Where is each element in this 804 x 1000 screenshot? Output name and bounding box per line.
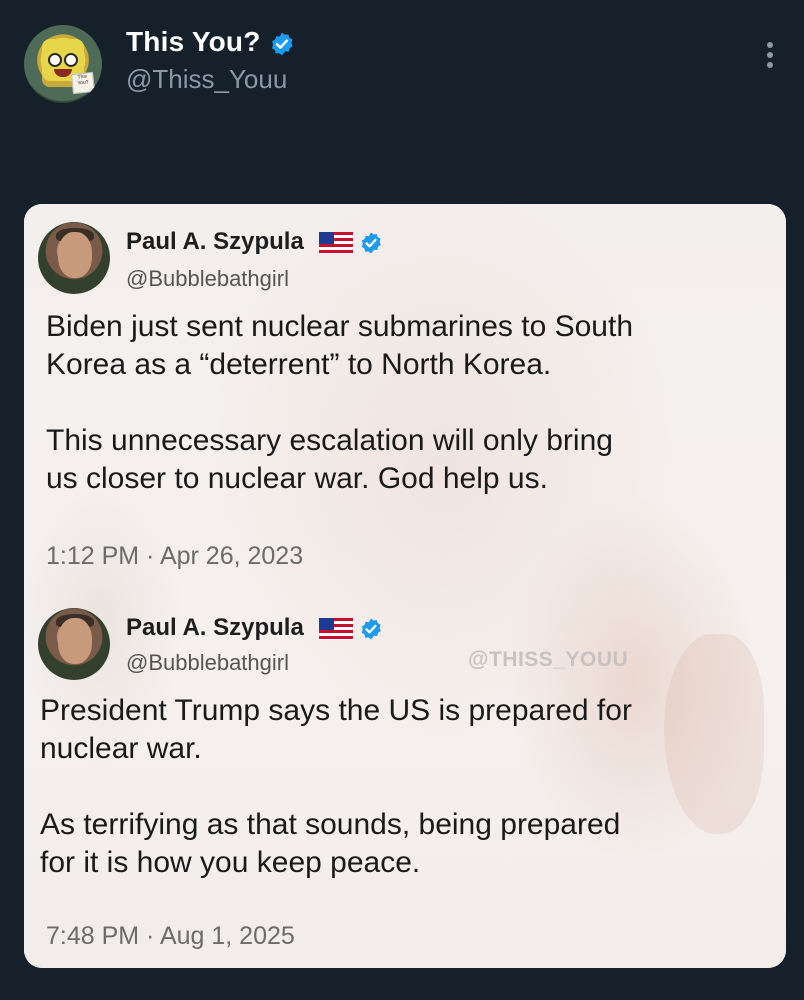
background-ear-shape xyxy=(664,634,764,834)
display-name[interactable]: This You? xyxy=(126,26,295,58)
tweet-text: Biden just sent nuclear submarines to So… xyxy=(46,310,634,495)
author-name: Paul A. Szypula xyxy=(126,228,383,256)
author-handle: @Bubblebathgirl xyxy=(126,266,289,291)
author-name: Paul A. Szypula xyxy=(126,614,383,642)
author-handle: @Bubblebathgirl xyxy=(126,650,289,675)
author-avatar xyxy=(38,222,110,294)
tweet-text: President Trump says the US is prepared … xyxy=(40,694,632,879)
watermark: @THISS_YOUU xyxy=(468,648,629,671)
avatar-sign: This You? xyxy=(71,71,95,95)
profile-avatar[interactable]: This You? xyxy=(24,25,102,103)
handle[interactable]: @Thiss_Youu xyxy=(126,64,287,95)
us-flag-icon xyxy=(318,231,353,254)
tweet-timestamp: 1:12 PM · Apr 26, 2023 xyxy=(46,542,304,570)
quoted-image-card[interactable]: Paul A. Szypula @Bubblebathgirl Biden ju… xyxy=(24,204,786,968)
tweet-timestamp: 7:48 PM · Aug 1, 2025 xyxy=(46,922,295,950)
verified-badge-icon xyxy=(361,618,381,640)
author-avatar xyxy=(38,608,110,680)
verified-badge-icon xyxy=(361,232,381,254)
display-name-text: This You? xyxy=(126,26,261,57)
us-flag-icon xyxy=(318,617,353,640)
post-header: This You? This You? @Thiss_Youu xyxy=(0,0,804,200)
verified-badge-icon xyxy=(271,32,293,55)
more-vertical-icon[interactable] xyxy=(760,42,780,76)
